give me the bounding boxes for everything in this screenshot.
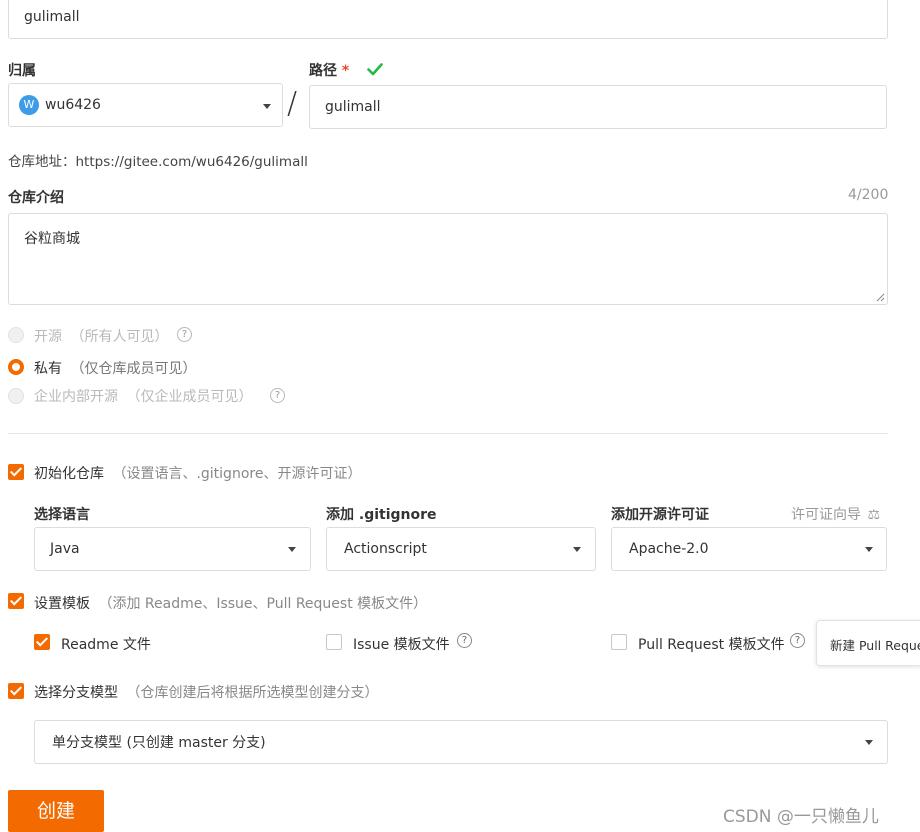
branch-model-select[interactable]: 单分支模型 (只创建 master 分支) — [34, 720, 888, 764]
license-guide-link[interactable]: 许可证向导 ⚖ — [791, 504, 880, 524]
radio-private-label: 私有 （仅仓库成员可见） — [34, 361, 197, 377]
owner-avatar: W — [19, 95, 39, 115]
gitignore-select[interactable]: Actionscript — [326, 527, 596, 571]
language-chevron-down-icon — [288, 547, 296, 552]
path-value: gulimall — [325, 99, 381, 115]
templates-label: 设置模板 （添加 Readme、Issue、Pull Request 模板文件） — [34, 596, 428, 612]
pull-request-checkbox[interactable] — [611, 634, 627, 650]
description-value: 谷粒商城 — [24, 231, 80, 247]
path-separator: / — [287, 86, 298, 121]
help-icon[interactable]: ? — [457, 633, 472, 648]
create-button[interactable]: 创建 — [8, 790, 104, 832]
branch-model-checkbox[interactable] — [8, 683, 24, 699]
language-label: 选择语言 — [34, 507, 90, 523]
license-chevron-down-icon — [865, 547, 873, 552]
repo-address: 仓库地址：https://gitee.com/wu6426/gulimall — [8, 154, 308, 170]
description-counter: 4/200 — [848, 187, 889, 203]
radio-open-source-label: 开源 （所有人可见） — [34, 329, 169, 345]
license-label: 添加开源许可证 — [611, 507, 709, 523]
language-select[interactable]: Java — [34, 527, 311, 571]
owner-chevron-down-icon — [263, 104, 271, 109]
templates-checkbox[interactable] — [8, 593, 24, 609]
license-select[interactable]: Apache-2.0 — [611, 527, 887, 571]
divider — [8, 433, 888, 434]
gitignore-label: 添加 .gitignore — [326, 507, 437, 523]
tooltip: 新建 Pull Reque — [816, 620, 920, 666]
radio-private[interactable] — [8, 359, 24, 375]
radio-enterprise[interactable] — [8, 388, 24, 404]
help-icon[interactable]: ? — [270, 388, 285, 403]
gitignore-chevron-down-icon — [573, 547, 581, 552]
description-textarea[interactable]: 谷粒商城 — [8, 213, 888, 305]
path-input[interactable]: gulimall — [309, 85, 887, 129]
radio-enterprise-label: 企业内部开源 （仅企业成员可见） — [34, 389, 253, 405]
help-icon[interactable]: ? — [177, 327, 192, 342]
radio-open-source[interactable] — [8, 327, 24, 343]
init-repo-checkbox[interactable] — [8, 464, 24, 480]
tooltip-text: 新建 Pull Reque — [830, 638, 920, 653]
readme-checkbox[interactable] — [34, 634, 50, 650]
resize-handle-icon[interactable] — [876, 293, 885, 302]
description-label: 仓库介绍 — [8, 190, 64, 206]
owner-label: 归属 — [8, 63, 36, 79]
path-label: 路径 * — [309, 63, 350, 79]
scale-icon: ⚖ — [867, 507, 881, 523]
owner-value: wu6426 — [45, 97, 101, 113]
issue-label: Issue 模板文件 — [353, 637, 450, 653]
owner-select[interactable]: W wu6426 — [8, 83, 283, 127]
issue-checkbox[interactable] — [326, 634, 342, 650]
init-repo-label: 初始化仓库 （设置语言、.gitignore、开源许可证） — [34, 466, 362, 482]
pull-request-label: Pull Request 模板文件 — [638, 637, 785, 653]
repo-name-input[interactable]: gulimall — [8, 0, 888, 39]
branch-model-label: 选择分支模型 （仓库创建后将根据所选模型创建分支） — [34, 685, 379, 701]
repo-name-value: gulimall — [24, 8, 80, 25]
required-mark: * — [341, 63, 350, 79]
watermark: CSDN @一只懒鱼儿 — [723, 807, 879, 827]
help-icon[interactable]: ? — [790, 633, 805, 648]
check-icon — [367, 63, 383, 76]
branch-model-chevron-down-icon — [865, 740, 873, 745]
readme-label: Readme 文件 — [61, 637, 151, 653]
